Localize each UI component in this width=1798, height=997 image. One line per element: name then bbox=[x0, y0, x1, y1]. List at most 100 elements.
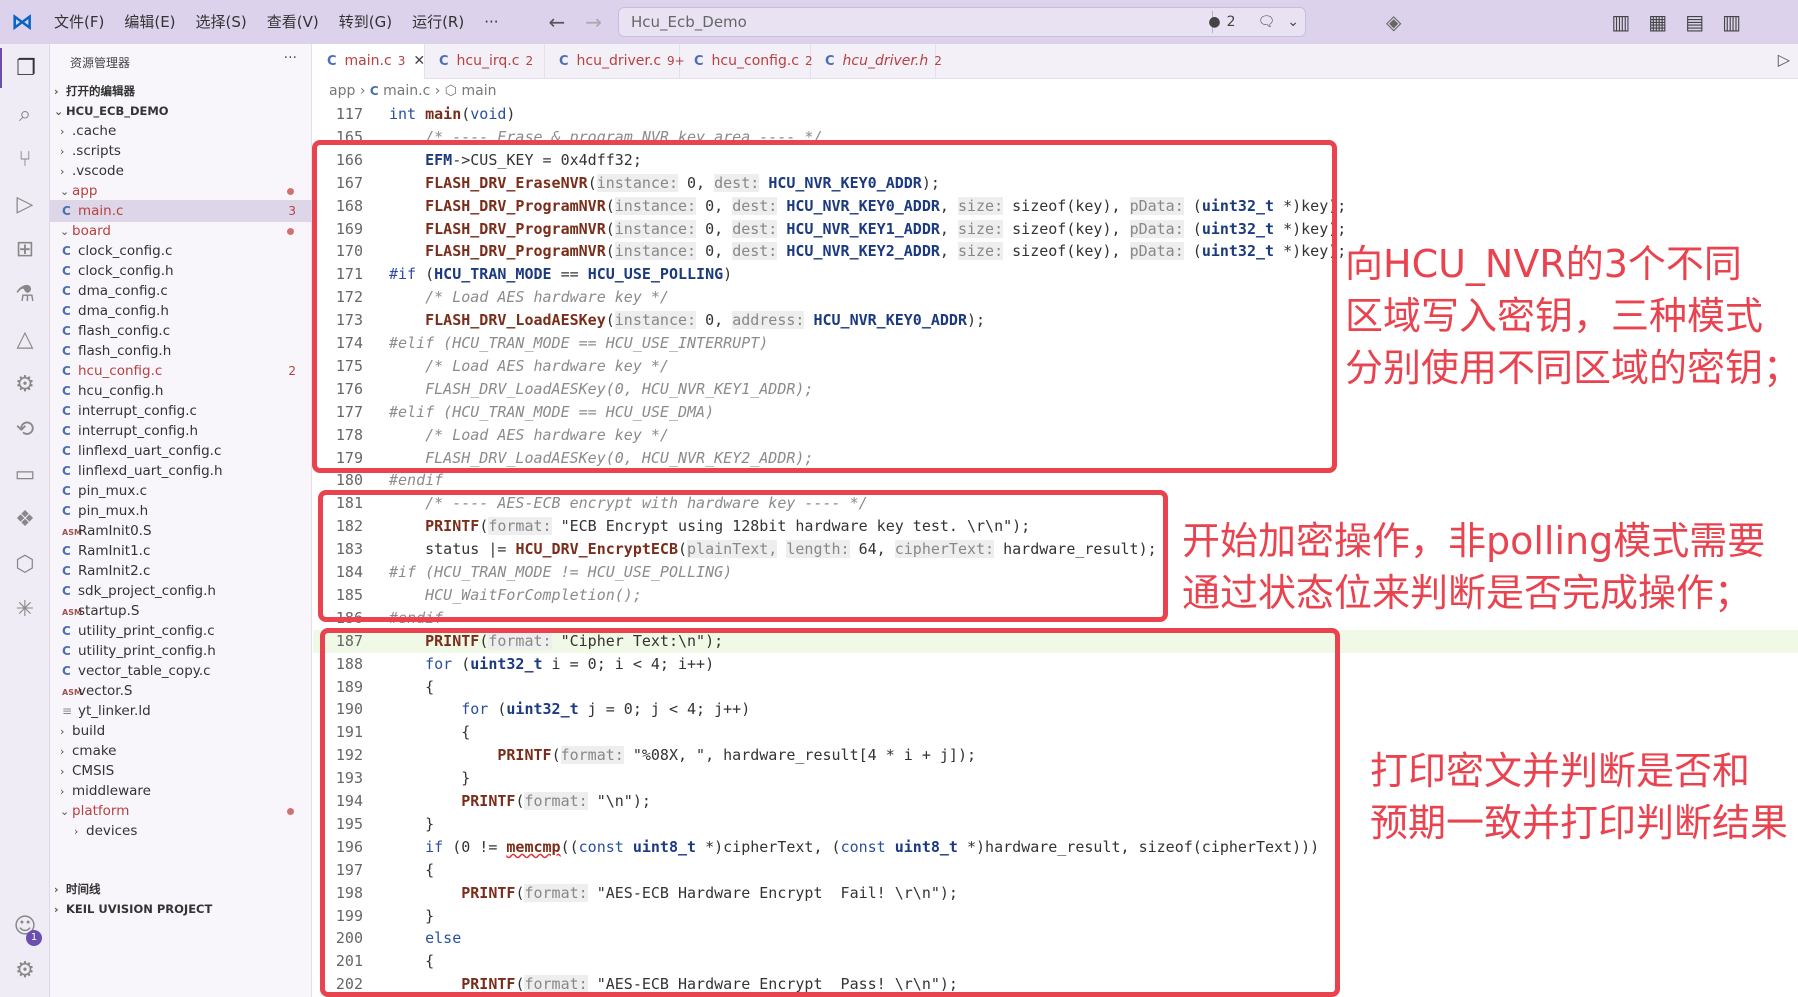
breadcrumb-symbol[interactable]: main bbox=[461, 83, 496, 99]
chevron-down-icon[interactable]: ⌄ bbox=[1281, 14, 1305, 30]
tree-folder[interactable]: ⌄ board bbox=[50, 220, 312, 242]
tab-main-c[interactable]: Cmain.c 3 ✕ bbox=[313, 44, 425, 79]
search-icon[interactable]: ⌕ bbox=[0, 94, 50, 134]
c-file-icon: C bbox=[62, 364, 71, 378]
tree-file[interactable]: C RamInit1.c bbox=[50, 540, 312, 562]
c-file-icon: C bbox=[439, 54, 449, 69]
close-icon[interactable]: ✕ bbox=[413, 53, 425, 69]
device-icon[interactable]: ▭ bbox=[0, 454, 50, 494]
tree-folder[interactable]: › middleware bbox=[50, 780, 312, 802]
more-actions-icon[interactable]: ··· bbox=[284, 50, 297, 66]
tree-folder[interactable]: › .vscode bbox=[50, 160, 312, 182]
open-editors-section[interactable]: › 打开的编辑器 bbox=[50, 80, 312, 102]
tree-file[interactable]: Cflash_config.c bbox=[50, 320, 312, 342]
tree-file[interactable]: Cdma_config.h bbox=[50, 300, 312, 322]
tree-item-label: flash_config.h bbox=[78, 343, 172, 359]
back-arrow-icon[interactable]: ← bbox=[539, 10, 576, 34]
keil-project-section[interactable]: › KEIL UVISION PROJECT bbox=[50, 898, 312, 920]
tree-file[interactable]: ASMRamInit0.S bbox=[50, 520, 312, 542]
tree-item-label: app bbox=[72, 183, 98, 199]
run-debug-icon[interactable]: ▷ bbox=[0, 184, 50, 224]
tree-folder[interactable]: › cmake bbox=[50, 740, 312, 762]
tree-file[interactable]: Cclock_config.c bbox=[50, 240, 312, 262]
python-icon[interactable]: ❖ bbox=[0, 499, 50, 539]
tab-hcu-irq-c[interactable]: Chcu_irq.c 2 bbox=[425, 44, 545, 79]
tree-item-label: hcu_config.c bbox=[78, 363, 163, 379]
activity-bar: ❐ ⌕ ⑂ ▷ ⊞ ⚗ △ ⚙ ⟲ ▭ ❖ ⬡ ✳ ☺ 1 ⚙ bbox=[0, 44, 50, 997]
tree-file[interactable]: ≡ yt_linker.ld bbox=[50, 700, 312, 722]
menu-item[interactable]: 编辑(E) bbox=[114, 0, 185, 44]
tree-item-label: hcu_config.h bbox=[78, 383, 164, 399]
tree-file[interactable]: Chcu_config.h bbox=[50, 380, 312, 402]
tree-file[interactable]: Cmain.c 3 bbox=[50, 200, 312, 222]
tree-item-label: flash_config.c bbox=[78, 323, 171, 339]
tab-hcu-driver-c[interactable]: Chcu_driver.c 9+ bbox=[545, 44, 685, 79]
workspace-root[interactable]: ⌄ HCU_ECB_DEMO bbox=[50, 100, 312, 122]
tree-item-label: vector.S bbox=[78, 683, 133, 699]
tree-file[interactable]: Csdk_project_config.h bbox=[50, 580, 312, 602]
command-center-search[interactable]: Hcu_Ecb_Demo ● 2 🗨 ⌄ bbox=[618, 7, 1306, 37]
explorer-icon[interactable]: ❐ bbox=[0, 48, 50, 88]
tree-folder[interactable]: › build bbox=[50, 720, 312, 742]
tree-file[interactable]: Cpin_mux.h bbox=[50, 500, 312, 522]
tree-file[interactable]: ASMstartup.S bbox=[50, 600, 312, 622]
source-control-icon[interactable]: ⑂ bbox=[0, 139, 50, 179]
tree-file[interactable]: Cclock_config.h bbox=[50, 260, 312, 282]
forward-arrow-icon[interactable]: → bbox=[575, 10, 612, 34]
tree-file[interactable]: Cutility_print_config.h bbox=[50, 640, 312, 662]
tree-folder[interactable]: ⌄ platform bbox=[50, 800, 312, 822]
tree-file[interactable]: Chcu_config.c 2 bbox=[50, 360, 312, 382]
tree-file[interactable]: Cpin_mux.c bbox=[50, 480, 312, 502]
cmake-icon[interactable]: △ bbox=[0, 319, 50, 359]
tree-folder[interactable]: › CMSIS bbox=[50, 760, 312, 782]
tree-file[interactable]: Clinflexd_uart_config.h bbox=[50, 460, 312, 482]
account-icon[interactable]: ☺ 1 bbox=[0, 906, 50, 946]
tab-hcu-driver-h[interactable]: Chcu_driver.h 2 bbox=[811, 44, 942, 79]
tree-file[interactable]: C RamInit2.c bbox=[50, 560, 312, 582]
timeline-section[interactable]: › 时间线 bbox=[50, 878, 312, 900]
toggle-secondary-sidebar-icon[interactable]: ▥ bbox=[1713, 10, 1750, 34]
tree-folder[interactable]: › .scripts bbox=[50, 140, 312, 162]
annotation-note-1-line: 分别使用不同区域的密钥； bbox=[1345, 346, 1798, 390]
annotation-note-1-line: 向HCU_NVR的3个不同 bbox=[1345, 242, 1742, 286]
sparkle-icon[interactable]: ✳ bbox=[0, 589, 50, 629]
tree-file[interactable]: Cvector_table_copy.c bbox=[50, 660, 312, 682]
customize-layout-icon[interactable]: ▦ bbox=[1639, 10, 1676, 34]
testing-icon[interactable]: ⚗ bbox=[0, 274, 50, 314]
menu-item[interactable]: 转到(G) bbox=[329, 0, 402, 44]
toggle-primary-sidebar-icon[interactable]: ▥ bbox=[1602, 10, 1639, 34]
c-file-icon: C bbox=[62, 424, 71, 438]
tree-item-label: pin_mux.c bbox=[78, 483, 148, 499]
toggle-panel-icon[interactable]: ▤ bbox=[1676, 10, 1713, 34]
copilot-icon[interactable]: ◈ bbox=[1386, 10, 1401, 34]
tree-file[interactable]: Cdma_config.c bbox=[50, 280, 312, 302]
tree-file[interactable]: Cinterrupt_config.c bbox=[50, 400, 312, 422]
tree-item-label: board bbox=[72, 223, 111, 239]
menu-item[interactable]: 查看(V) bbox=[257, 0, 329, 44]
tree-file[interactable]: Cinterrupt_config.h bbox=[50, 420, 312, 442]
chat-icon[interactable]: 🗨 bbox=[1251, 14, 1281, 30]
remote-explorer-icon[interactable]: ⚙ bbox=[0, 364, 50, 404]
tree-file[interactable]: Cflash_config.h bbox=[50, 340, 312, 362]
tree-file[interactable]: ASMvector.S bbox=[50, 680, 312, 702]
tree-folder[interactable]: ⌄ app bbox=[50, 180, 312, 202]
c-file-icon: C bbox=[62, 504, 71, 518]
chip-icon[interactable]: ⬡ bbox=[0, 544, 50, 584]
c-file-icon: C bbox=[62, 204, 71, 218]
tree-file[interactable]: Cutility_print_config.c bbox=[50, 620, 312, 642]
breadcrumb-file[interactable]: main.c bbox=[383, 83, 430, 99]
tree-folder[interactable]: › .cache bbox=[50, 120, 312, 142]
menu-item[interactable]: 选择(S) bbox=[186, 0, 257, 44]
timeline-icon[interactable]: ⟲ bbox=[0, 409, 50, 449]
tab-hcu-config-c[interactable]: Chcu_config.c 2 bbox=[680, 44, 813, 79]
menu-item[interactable]: ··· bbox=[474, 0, 508, 44]
extensions-icon[interactable]: ⊞ bbox=[0, 229, 50, 269]
run-icon[interactable]: ▷ bbox=[1778, 50, 1790, 69]
menu-item[interactable]: 文件(F) bbox=[44, 0, 114, 44]
tree-item-label: build bbox=[72, 723, 106, 739]
tree-folder[interactable]: › devices bbox=[50, 820, 312, 842]
tree-file[interactable]: Clinflexd_uart_config.c bbox=[50, 440, 312, 462]
menu-item[interactable]: 运行(R) bbox=[402, 0, 474, 44]
settings-gear-icon[interactable]: ⚙ bbox=[0, 950, 50, 990]
breadcrumb-folder[interactable]: app bbox=[329, 83, 355, 99]
